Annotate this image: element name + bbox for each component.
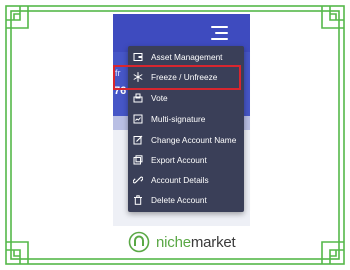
multisig-icon — [133, 114, 143, 124]
menu-item-label: Delete Account — [151, 195, 207, 205]
account-dropdown-menu: Asset Management Freeze / Unfreeze Vote … — [128, 46, 244, 212]
menu-item-delete-account[interactable]: Delete Account — [128, 190, 244, 210]
menu-item-asset-management[interactable]: Asset Management — [128, 47, 244, 67]
vote-icon — [133, 93, 143, 103]
menu-item-label: Freeze / Unfreeze — [151, 72, 218, 82]
snowflake-icon — [133, 72, 143, 82]
nichemarket-logo: nichemarket — [128, 230, 238, 254]
logo-text-market: market — [190, 233, 236, 251]
menu-item-vote[interactable]: Vote — [128, 88, 244, 108]
logo-text: nichemarket — [156, 234, 236, 251]
menu-item-label: Change Account Name — [151, 135, 237, 145]
link-icon — [133, 175, 143, 185]
edit-icon — [133, 135, 143, 145]
menu-item-label: Export Account — [151, 155, 207, 165]
hamburger-menu-icon[interactable] — [211, 26, 228, 40]
menu-item-change-account-name[interactable]: Change Account Name — [128, 130, 244, 150]
menu-item-export-account[interactable]: Export Account — [128, 150, 244, 170]
partially-hidden-balance: 76 — [114, 85, 127, 97]
export-icon — [133, 155, 143, 165]
menu-item-account-details[interactable]: Account Details — [128, 170, 244, 190]
menu-item-label: Multi-signature — [151, 114, 206, 124]
menu-item-label: Vote — [151, 93, 168, 103]
menu-item-label: Account Details — [151, 175, 209, 185]
menu-item-multi-signature[interactable]: Multi-signature — [128, 109, 244, 129]
wallet-icon — [133, 52, 143, 62]
partially-hidden-text: fr — [115, 68, 121, 78]
menu-item-freeze-unfreeze[interactable]: Freeze / Unfreeze — [128, 67, 244, 87]
menu-item-label: Asset Management — [151, 52, 223, 62]
trash-icon — [133, 195, 143, 205]
logo-text-niche: niche — [156, 233, 191, 251]
niche-logo-icon — [128, 231, 150, 253]
